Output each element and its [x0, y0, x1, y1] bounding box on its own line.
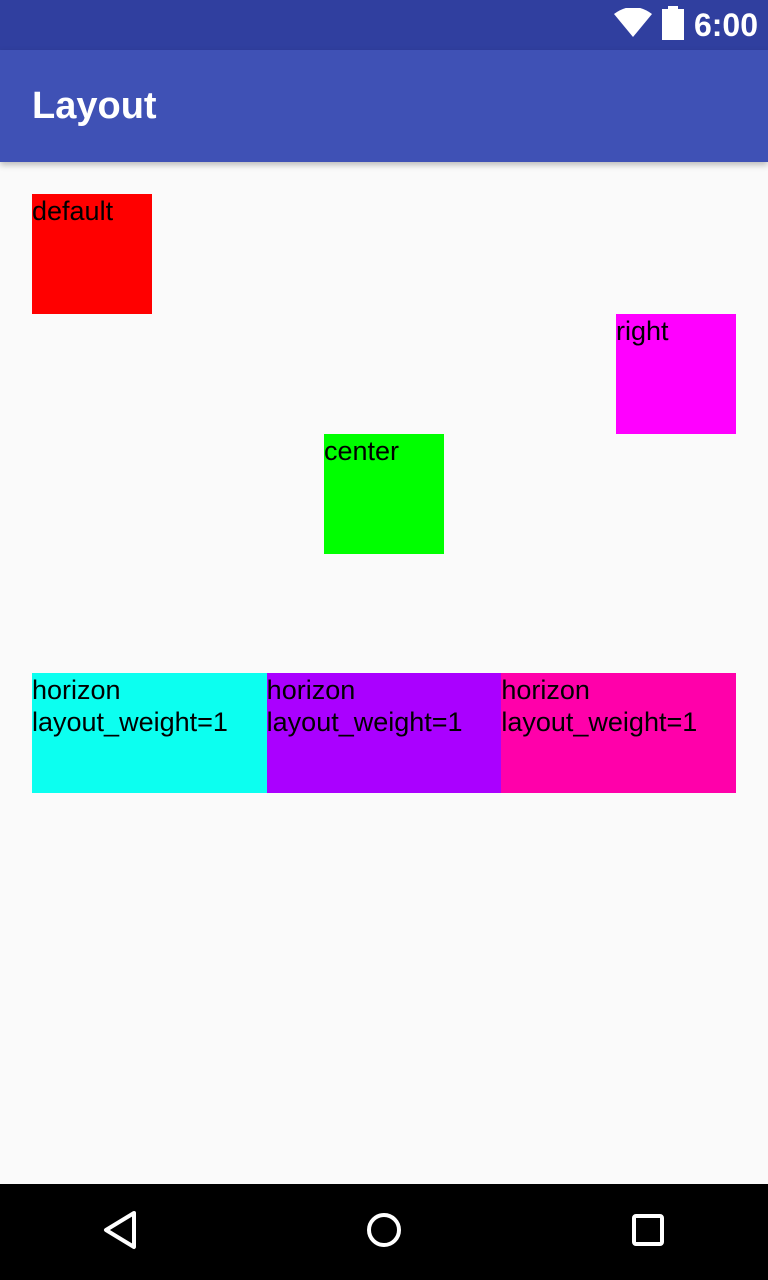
back-icon: [100, 1210, 140, 1255]
weighted-cell-line1: horizon: [501, 675, 590, 705]
weighted-cell-line2: layout_weight=1: [501, 707, 698, 737]
horizontal-row: horizon layout_weight=1 horizon layout_w…: [32, 673, 737, 793]
weighted-cell-3: horizon layout_weight=1: [501, 673, 737, 793]
home-icon: [364, 1210, 404, 1255]
app-bar: Layout: [0, 50, 768, 162]
right-box-label: right: [616, 316, 669, 346]
recents-icon: [628, 1210, 668, 1255]
battery-icon: [661, 5, 684, 45]
weighted-cell-line2: layout_weight=1: [266, 707, 463, 737]
weighted-cell-line2: layout_weight=1: [32, 707, 228, 737]
home-button[interactable]: [324, 1184, 444, 1280]
default-box: default: [32, 194, 152, 314]
navigation-bar: [0, 1184, 768, 1280]
weighted-cell-2: horizon layout_weight=1: [266, 673, 502, 793]
center-box-label: center: [324, 436, 400, 466]
status-time: 6:00: [693, 6, 758, 43]
center-box: center: [324, 434, 444, 554]
weighted-cell-line1: horizon: [266, 675, 356, 705]
page-title: Layout: [32, 85, 157, 127]
recents-button[interactable]: [588, 1184, 708, 1280]
wifi-icon: [613, 6, 652, 43]
status-icons: 6:00: [613, 0, 758, 50]
weighted-cell-1: horizon layout_weight=1: [32, 673, 267, 793]
weighted-cell-line1: horizon: [32, 675, 121, 705]
status-bar: 6:00: [0, 0, 768, 50]
right-box: right: [616, 314, 736, 434]
default-box-label: default: [32, 196, 114, 226]
back-button[interactable]: [60, 1184, 180, 1280]
